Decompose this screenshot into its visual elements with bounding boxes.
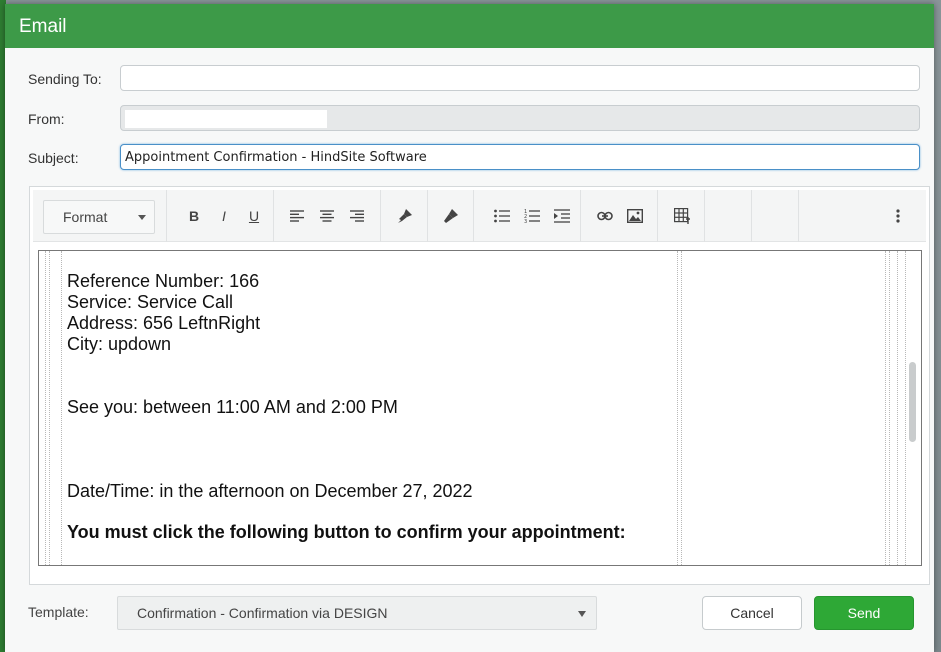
rich-text-editor: Format B I U 1 2 3 Reference Number: 166…	[29, 186, 930, 585]
format-dropdown-label: Format	[63, 209, 108, 225]
email-dialog: Email Sending To: From: Subject: Format …	[5, 4, 934, 652]
more-icon[interactable]	[888, 206, 908, 226]
table-guide	[49, 251, 50, 565]
sending-to-row: Sending To:	[5, 65, 934, 91]
sending-to-label: Sending To:	[28, 71, 102, 87]
align-center-icon[interactable]	[317, 206, 337, 226]
email-body: Reference Number: 166 Service: Service C…	[67, 271, 626, 543]
body-line-confirm-instruction: You must click the following button to c…	[67, 522, 626, 542]
toolbar-group-text-style: B I U	[167, 190, 274, 242]
body-line-address: Address: 656 LeftnRight	[67, 313, 261, 333]
template-label: Template:	[28, 604, 89, 620]
chevron-down-icon	[578, 611, 586, 617]
from-label: From:	[28, 111, 65, 127]
editor-content[interactable]: Reference Number: 166 Service: Service C…	[38, 250, 922, 566]
table-guide	[897, 251, 898, 565]
bold-icon[interactable]: B	[184, 206, 204, 226]
toolbar-group-lists: 123	[474, 190, 581, 242]
toolbar-group-empty-1	[705, 190, 752, 242]
image-icon[interactable]	[625, 206, 645, 226]
toolbar-group-format: Format	[33, 190, 167, 242]
table-guide	[61, 251, 62, 565]
format-dropdown[interactable]: Format	[43, 200, 155, 234]
template-dropdown-value: Confirmation - Confirmation via DESIGN	[137, 605, 388, 621]
table-guide	[905, 251, 906, 565]
table-icon[interactable]	[672, 206, 692, 226]
toolbar-group-empty-2	[752, 190, 799, 242]
toolbar-group-insert	[581, 190, 658, 242]
from-input	[120, 105, 920, 131]
body-line-datetime: Date/Time: in the afternoon on December …	[67, 481, 473, 501]
dialog-title: Email	[19, 16, 67, 37]
toolbar-group-clear	[428, 190, 474, 242]
from-value-redacted	[125, 110, 327, 128]
clear-format-icon[interactable]	[441, 206, 461, 226]
body-line-city: City: updown	[67, 334, 172, 354]
bullet-list-icon[interactable]	[492, 206, 512, 226]
toolbar-group-align	[274, 190, 381, 242]
editor-scrollbar[interactable]	[909, 362, 916, 442]
table-guide	[889, 251, 890, 565]
cancel-button[interactable]: Cancel	[702, 596, 802, 630]
subject-label: Subject:	[28, 150, 79, 166]
template-dropdown[interactable]: Confirmation - Confirmation via DESIGN	[117, 596, 597, 630]
body-line-reference: Reference Number: 166	[67, 271, 260, 291]
format-painter-icon[interactable]	[395, 206, 415, 226]
svg-text:3: 3	[524, 219, 527, 223]
table-guide	[681, 251, 682, 565]
body-line-see-you: See you: between 11:00 AM and 2:00 PM	[67, 397, 398, 417]
editor-toolbar: Format B I U 1 2 3	[33, 190, 926, 242]
table-guide	[885, 251, 886, 565]
indent-icon[interactable]	[552, 206, 572, 226]
send-button[interactable]: Send	[814, 596, 914, 630]
subject-input[interactable]	[120, 144, 920, 170]
italic-icon[interactable]: I	[214, 206, 234, 226]
link-icon[interactable]	[595, 206, 615, 226]
table-guide	[45, 251, 46, 565]
align-left-icon[interactable]	[287, 206, 307, 226]
sending-to-input[interactable]	[120, 65, 920, 91]
table-guide	[677, 251, 678, 565]
subject-row: Subject:	[5, 144, 934, 170]
align-right-icon[interactable]	[347, 206, 367, 226]
underline-icon[interactable]: U	[244, 206, 264, 226]
chevron-down-icon	[138, 215, 146, 220]
toolbar-group-painter	[381, 190, 428, 242]
numbered-list-icon[interactable]: 123	[522, 206, 542, 226]
toolbar-group-table	[658, 190, 705, 242]
dialog-header: Email	[5, 4, 934, 48]
body-line-service: Service: Service Call	[67, 292, 234, 312]
from-row: From:	[5, 105, 934, 131]
